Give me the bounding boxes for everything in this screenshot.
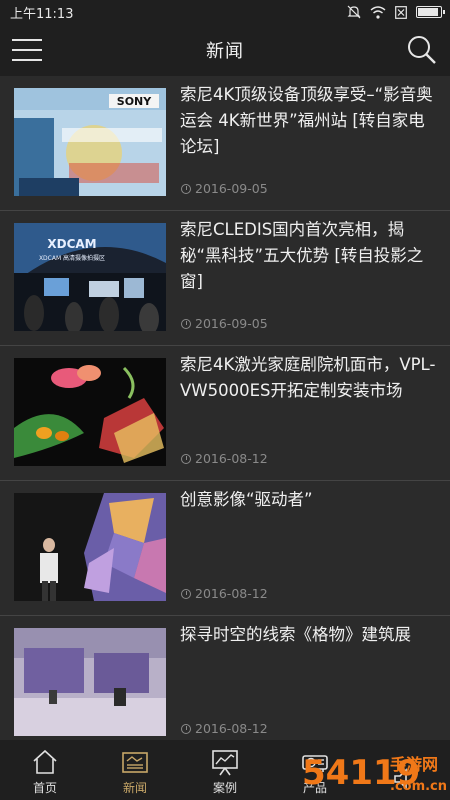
news-icon: [122, 752, 148, 773]
page-title: 新闻: [206, 41, 244, 62]
news-item[interactable]: SONY 索尼4K顶级设备顶级享受–“影音奥运会 4K新世界”福州站 [转自家电…: [0, 76, 450, 211]
no-sim-icon: [395, 5, 407, 19]
news-thumbnail[interactable]: XDCAM XDCAM 高清摄像拍摄区: [14, 223, 166, 331]
news-date: 2016-09-05: [181, 316, 268, 331]
nav-news[interactable]: 新闻: [90, 740, 180, 800]
news-item[interactable]: XDCAM XDCAM 高清摄像拍摄区 索尼CLEDIS国内首次亮相，揭秘“黑科…: [0, 211, 450, 346]
news-thumbnail[interactable]: [14, 358, 166, 466]
news-date: 2016-09-05: [181, 181, 268, 196]
news-date: 2016-08-12: [181, 586, 268, 601]
watermark: 54119 手游网 .com.cn: [302, 753, 447, 794]
watermark-text: 手游网: [390, 755, 438, 774]
home-icon: [33, 749, 57, 774]
status-time: 上午11:13: [10, 6, 74, 22]
news-title[interactable]: 探寻时空的线索《格物》建筑展: [180, 622, 436, 648]
clock-icon: [181, 183, 191, 194]
news-thumbnail[interactable]: SONY: [14, 88, 166, 196]
news-date: 2016-08-12: [181, 721, 268, 736]
clock-icon: [181, 723, 191, 734]
clock-icon: [181, 588, 191, 599]
thumb-subtitle: XDCAM 高清摄像拍摄区: [39, 254, 105, 262]
news-title[interactable]: 索尼CLEDIS国内首次亮相，揭秘“黑科技”五大优势 [转自投影之窗]: [180, 217, 436, 295]
news-item[interactable]: 创意影像“驱动者” 2016-08-12: [0, 481, 450, 616]
news-title[interactable]: 创意影像“驱动者”: [180, 487, 436, 513]
news-title[interactable]: 索尼4K激光家庭剧院机面市，VPL-VW5000ES开拓定制安装市场: [180, 352, 436, 404]
nav-cases[interactable]: 案例: [180, 740, 270, 800]
news-item[interactable]: 探寻时空的线索《格物》建筑展 2016-08-12: [0, 616, 450, 740]
mute-icon: [347, 5, 361, 19]
watermark-domain: .com.cn: [390, 779, 447, 794]
app-header: 新闻: [0, 24, 450, 76]
status-bar: 上午11:13: [0, 0, 450, 24]
nav-label: 新闻: [122, 781, 147, 795]
nav-label: 案例: [212, 781, 237, 795]
news-list: SONY 索尼4K顶级设备顶级享受–“影音奥运会 4K新世界”福州站 [转自家电…: [0, 76, 450, 740]
news-thumbnail[interactable]: [14, 628, 166, 736]
thumb-logo: SONY: [117, 95, 152, 108]
thumb-logo: XDCAM: [47, 237, 96, 251]
news-thumbnail[interactable]: [14, 493, 166, 601]
wifi-icon: [370, 5, 386, 19]
menu-icon[interactable]: [12, 36, 42, 64]
search-icon[interactable]: [406, 34, 438, 66]
status-icons: [347, 5, 445, 19]
clock-icon: [181, 453, 191, 464]
news-item[interactable]: 索尼4K激光家庭剧院机面市，VPL-VW5000ES开拓定制安装市场 2016-…: [0, 346, 450, 481]
news-title[interactable]: 索尼4K顶级设备顶级享受–“影音奥运会 4K新世界”福州站 [转自家电论坛]: [180, 82, 436, 160]
nav-label: 首页: [32, 781, 57, 795]
news-date: 2016-08-12: [181, 451, 268, 466]
nav-home[interactable]: 首页: [0, 740, 90, 800]
clock-icon: [181, 318, 191, 329]
presentation-icon: [212, 750, 238, 776]
battery-icon: [416, 6, 445, 18]
